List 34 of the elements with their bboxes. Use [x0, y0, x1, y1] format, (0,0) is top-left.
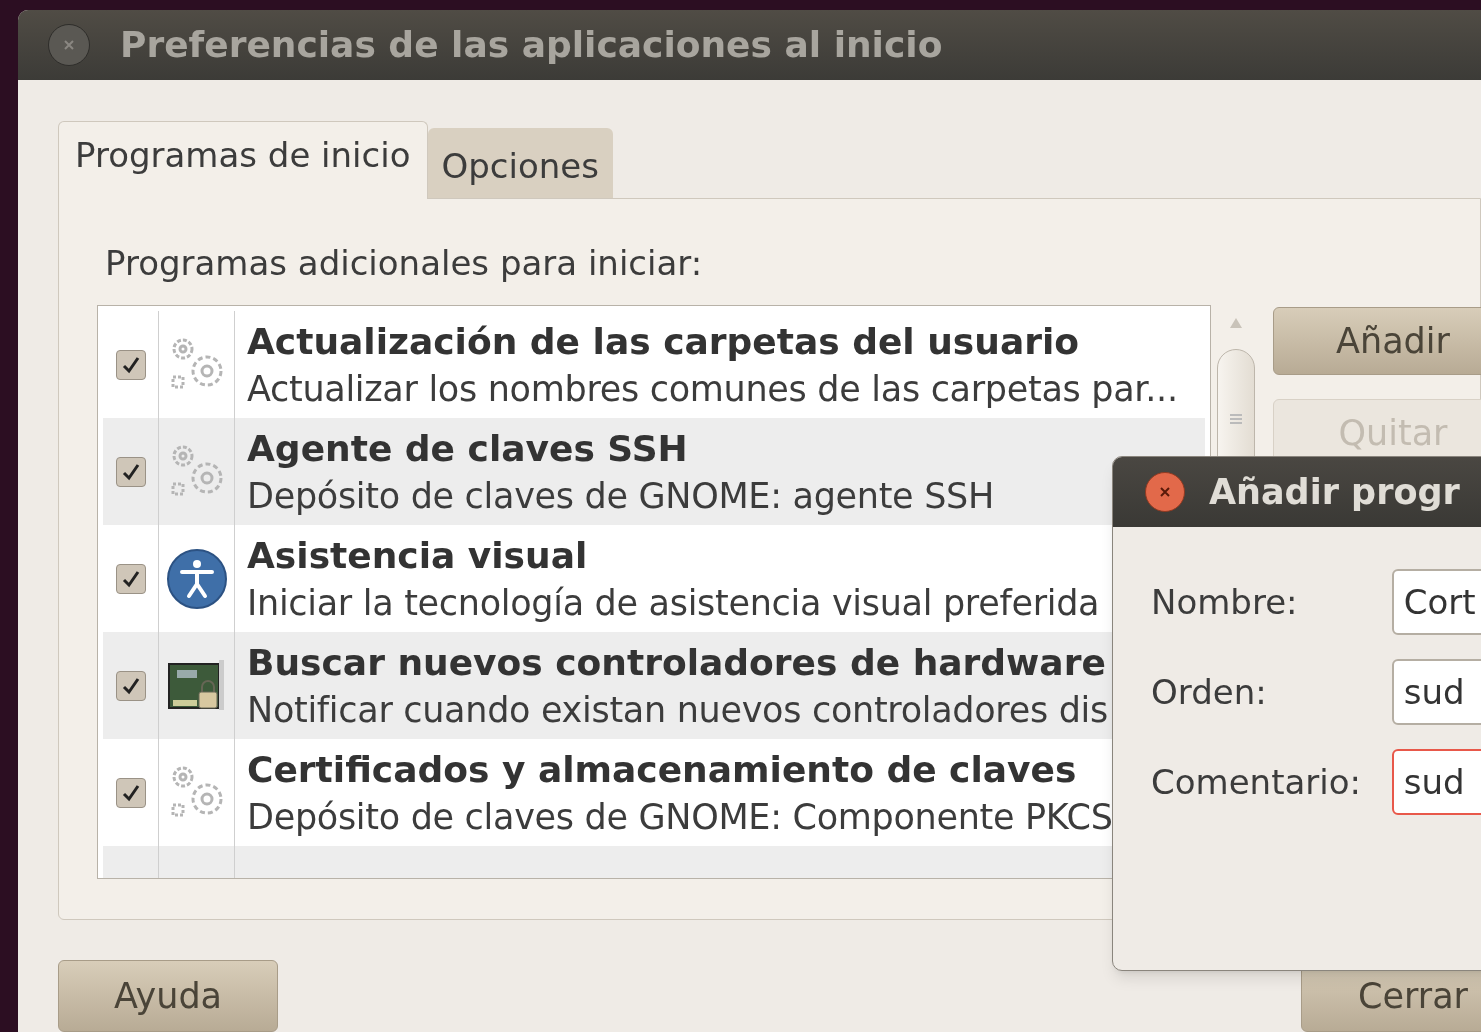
program-name: Certificados y almacenamiento de claves	[247, 747, 1078, 792]
program-description: Actualizar los nombres comunes de las carpetas par...	[247, 367, 1178, 411]
program-name: Agente de claves SSH	[247, 426, 689, 471]
close-icon	[63, 39, 75, 51]
field-label: Comentario:	[1151, 760, 1362, 804]
text-field[interactable]: sud	[1391, 659, 1481, 725]
close-icon	[1159, 486, 1171, 498]
field-label: Nombre:	[1151, 580, 1299, 624]
dialog-title: Añadir progr	[1209, 470, 1460, 514]
tab[interactable]: Programas de inicio	[58, 121, 428, 199]
program-description: Notificar cuando existan nuevos controladores dis	[247, 688, 1108, 732]
side-button[interactable]: Añadir	[1273, 307, 1481, 375]
close-button[interactable]	[48, 24, 90, 66]
checkbox[interactable]	[115, 670, 146, 701]
text-field[interactable]: Cort	[1391, 569, 1481, 635]
window-title: Preferencias de las aplicaciones al inicio	[120, 23, 943, 67]
text-field[interactable]: sud	[1391, 749, 1481, 815]
program-name: Asistencia visual	[247, 533, 589, 578]
list-label: Programas adicionales para iniciar:	[105, 243, 704, 283]
program-name: Actualización de las carpetas del usuario	[247, 319, 1081, 364]
tab[interactable]: Opciones	[427, 128, 613, 198]
checkbox[interactable]	[115, 456, 146, 487]
checkbox[interactable]	[115, 563, 146, 594]
program-description: Iniciar la tecnología de asistencia visual preferida	[247, 581, 1100, 625]
accessibility-icon	[165, 547, 228, 610]
program-name: Buscar nuevos controladores de hardware	[247, 640, 1107, 685]
help-button[interactable]: Ayuda	[58, 960, 278, 1032]
program-description: Depósito de claves de GNOME: Componente PKCS	[247, 795, 1113, 839]
close-button[interactable]	[1145, 472, 1185, 512]
grip-icon	[1229, 412, 1243, 426]
program-description: Depósito de claves de GNOME: agente SSH	[247, 474, 994, 518]
field-label: Orden:	[1151, 670, 1268, 714]
checkbox[interactable]	[115, 777, 146, 808]
checkbox[interactable]	[115, 349, 146, 380]
